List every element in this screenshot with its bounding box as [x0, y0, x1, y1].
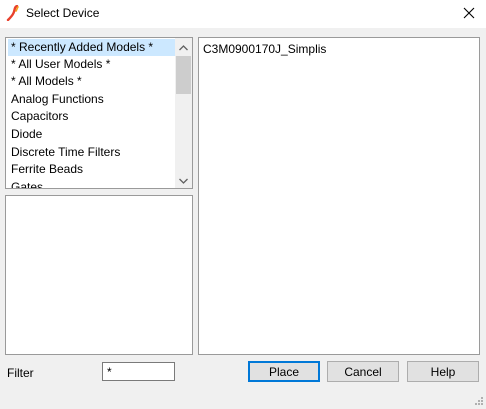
- chevron-down-icon: [179, 173, 188, 187]
- scroll-down-button[interactable]: [175, 171, 192, 188]
- device-list[interactable]: C3M0900170J_Simplis: [198, 37, 480, 355]
- close-button[interactable]: [452, 0, 486, 28]
- category-item-all-user-models[interactable]: * All User Models *: [8, 56, 175, 73]
- category-item-analog-functions[interactable]: Analog Functions: [8, 91, 175, 108]
- help-button[interactable]: Help: [407, 361, 479, 382]
- scroll-up-button[interactable]: [175, 38, 192, 55]
- device-item[interactable]: C3M0900170J_Simplis: [202, 41, 326, 58]
- close-icon: [463, 7, 475, 22]
- category-scrollbar[interactable]: [175, 38, 192, 188]
- title-bar: Select Device: [0, 0, 486, 28]
- category-item-discrete-time-filters[interactable]: Discrete Time Filters: [8, 144, 175, 161]
- chevron-up-icon: [179, 40, 188, 54]
- window-title: Select Device: [26, 6, 100, 20]
- category-item-all-models[interactable]: * All Models *: [8, 73, 175, 90]
- symbol-preview-pane: [5, 195, 193, 355]
- category-item-diode[interactable]: Diode: [8, 126, 175, 143]
- filter-label: Filter: [7, 366, 34, 380]
- category-list[interactable]: * Recently Added Models * * All User Mod…: [5, 37, 193, 189]
- simplis-logo-icon: [6, 4, 22, 22]
- category-item-gates[interactable]: Gates: [8, 179, 175, 188]
- resize-grip-icon[interactable]: [474, 395, 484, 405]
- category-item-capacitors[interactable]: Capacitors: [8, 108, 175, 125]
- scroll-thumb[interactable]: [176, 56, 191, 94]
- filter-input[interactable]: [102, 362, 175, 381]
- category-item-ferrite-beads[interactable]: Ferrite Beads: [8, 161, 175, 178]
- cancel-button[interactable]: Cancel: [327, 361, 399, 382]
- place-button[interactable]: Place: [248, 361, 320, 382]
- category-item-recently-added[interactable]: * Recently Added Models *: [8, 39, 175, 56]
